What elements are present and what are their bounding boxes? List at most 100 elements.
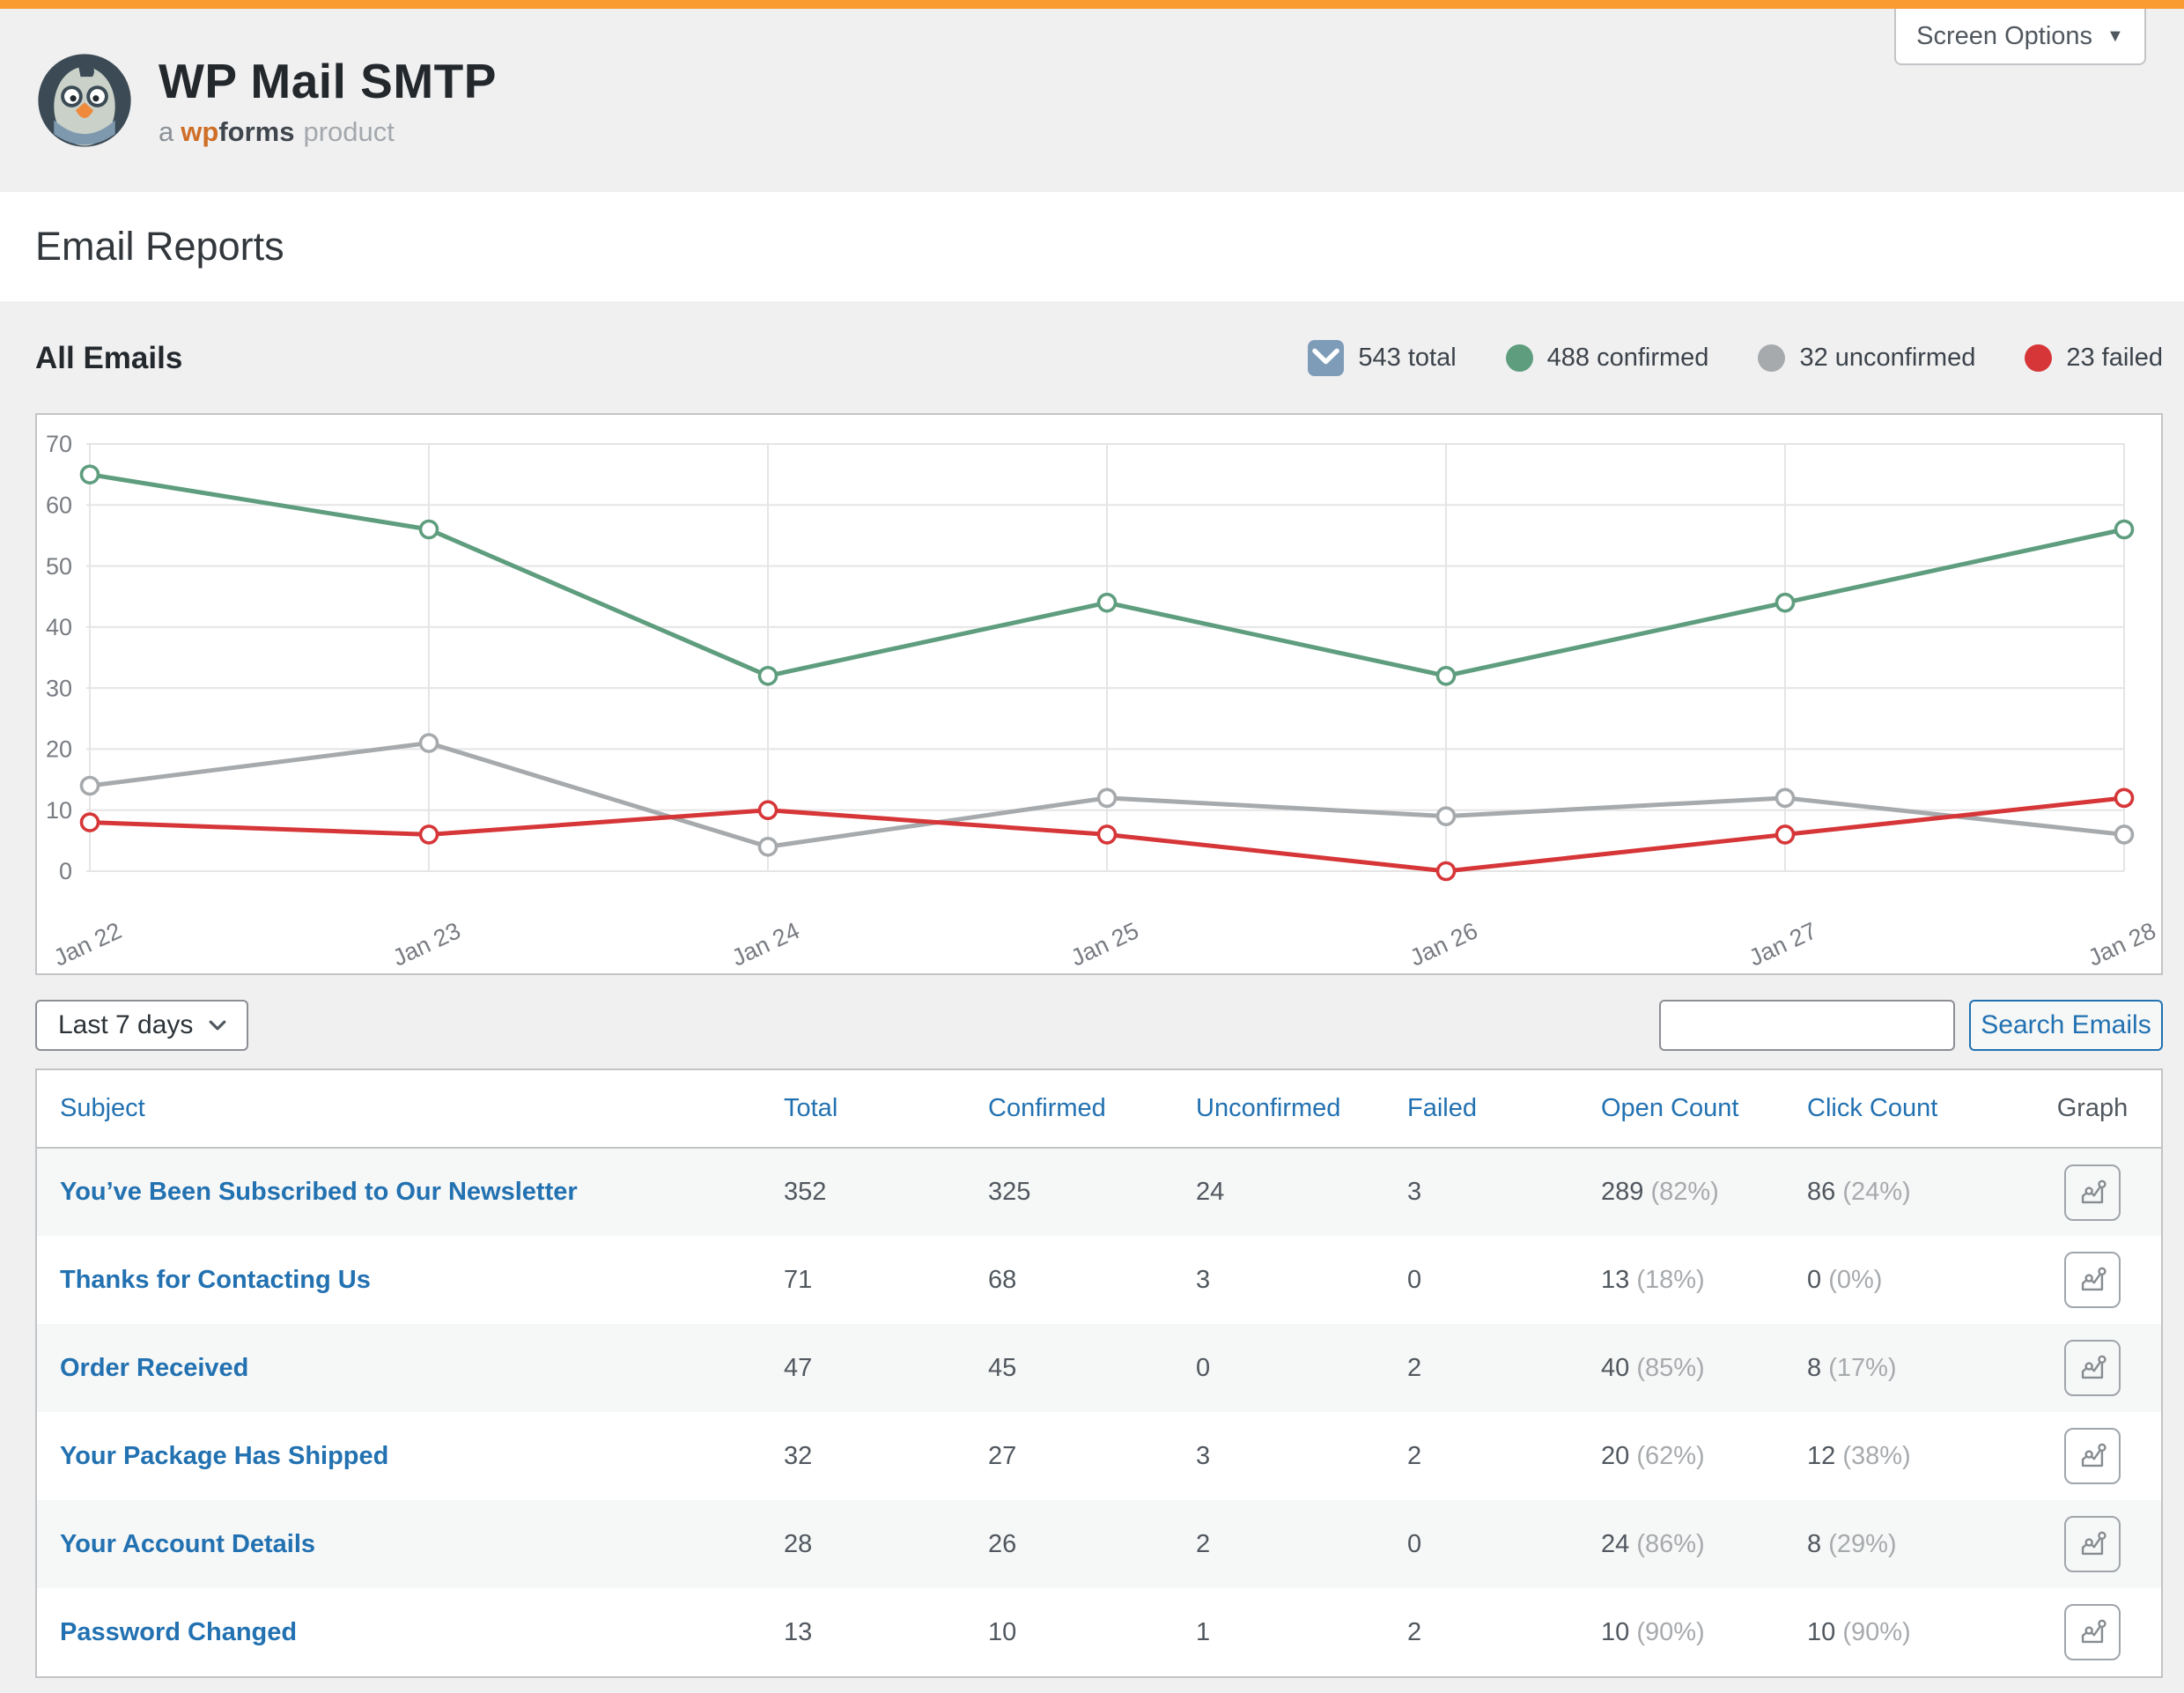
chart-marker-confirmed[interactable]: [1438, 668, 1455, 684]
chart-marker-unconfirmed[interactable]: [2116, 826, 2133, 843]
cell-click-count: 10 (90%): [1789, 1588, 2024, 1676]
row-graph-button[interactable]: [2064, 1164, 2121, 1221]
cell-subject: Password Changed: [37, 1588, 766, 1676]
chart-marker-confirmed[interactable]: [1777, 595, 1794, 611]
chart-marker-unconfirmed[interactable]: [1777, 789, 1794, 806]
chart-marker-failed[interactable]: [2116, 789, 2133, 806]
click-percentage: (0%): [1828, 1266, 1882, 1294]
cell-failed: 2: [1390, 1324, 1583, 1412]
row-graph-button[interactable]: [2064, 1252, 2121, 1308]
email-reports-table-card: Subject Total Confirmed Unconfirmed Fail…: [35, 1068, 2163, 1678]
chart-marker-unconfirmed[interactable]: [421, 735, 438, 751]
column-header-total[interactable]: Total: [766, 1070, 970, 1148]
cell-failed: 0: [1390, 1500, 1583, 1588]
cell-click-count: 8 (17%): [1789, 1324, 2024, 1412]
chart-marker-confirmed[interactable]: [1099, 595, 1116, 611]
chart-marker-confirmed[interactable]: [2116, 521, 2133, 538]
chart-marker-failed[interactable]: [82, 814, 99, 831]
column-header-failed[interactable]: Failed: [1390, 1070, 1583, 1148]
chart-marker-failed[interactable]: [1777, 826, 1794, 843]
x-axis-label: Jan 25: [1066, 917, 1142, 971]
email-subject-link[interactable]: Your Package Has Shipped: [60, 1442, 388, 1470]
cell-unconfirmed: 0: [1178, 1324, 1390, 1412]
plugin-header: WP Mail SMTP awpformsproduct: [0, 9, 2184, 192]
email-subject-link[interactable]: Your Account Details: [60, 1530, 315, 1558]
email-subject-link[interactable]: Order Received: [60, 1354, 248, 1382]
column-header-open-count[interactable]: Open Count: [1583, 1070, 1789, 1148]
chart-marker-unconfirmed[interactable]: [1099, 789, 1116, 806]
column-header-unconfirmed[interactable]: Unconfirmed: [1178, 1070, 1390, 1148]
emails-line-chart: 010203040506070Jan 22Jan 23Jan 24Jan 25J…: [37, 415, 2161, 973]
chart-marker-unconfirmed[interactable]: [1438, 808, 1455, 824]
mini-graph-icon: [2077, 1616, 2108, 1648]
table-header-row: Subject Total Confirmed Unconfirmed Fail…: [37, 1070, 2161, 1148]
cell-total: 71: [766, 1236, 970, 1324]
svg-text:10: 10: [46, 797, 72, 824]
chart-marker-failed[interactable]: [760, 802, 777, 818]
row-graph-button[interactable]: [2064, 1604, 2121, 1660]
cell-confirmed: 26: [970, 1500, 1178, 1588]
main-content: All Emails 543 total488 confirmed32 unco…: [0, 340, 2184, 1678]
chart-marker-confirmed[interactable]: [421, 521, 438, 538]
page-title-band: Email Reports: [0, 192, 2184, 301]
column-header-subject[interactable]: Subject: [37, 1070, 766, 1148]
table-controls: Last 7 days Search Emails: [35, 1000, 2163, 1051]
cell-click-count: 86 (24%): [1789, 1148, 2024, 1236]
legend-item-unconfirmed: 32 unconfirmed: [1758, 344, 1975, 373]
emails-chart-card: 010203040506070Jan 22Jan 23Jan 24Jan 25J…: [35, 413, 2163, 975]
email-subject-link[interactable]: Password Changed: [60, 1618, 297, 1646]
column-header-click-count[interactable]: Click Count: [1789, 1070, 2024, 1148]
chart-marker-unconfirmed[interactable]: [760, 839, 777, 855]
unconfirmed-dot-icon: [1758, 344, 1785, 372]
chart-marker-unconfirmed[interactable]: [82, 778, 99, 795]
chart-marker-confirmed[interactable]: [760, 668, 777, 684]
email-subject-link[interactable]: Thanks for Contacting Us: [60, 1266, 371, 1294]
table-row: Password Changed13101210 (90%)10 (90%): [37, 1588, 2161, 1676]
open-percentage: (82%): [1650, 1178, 1718, 1206]
x-axis-label: Jan 27: [1745, 917, 1820, 971]
cell-subject: Thanks for Contacting Us: [37, 1236, 766, 1324]
section-head: All Emails 543 total488 confirmed32 unco…: [35, 340, 2163, 376]
legend-item-failed: 23 failed: [2025, 344, 2163, 373]
cell-graph: [2024, 1412, 2161, 1500]
legend-item-total: 543 total: [1308, 340, 1456, 376]
cell-open-count: 20 (62%): [1583, 1412, 1789, 1500]
screen-options-button[interactable]: Screen Options ▼: [1894, 9, 2146, 65]
open-percentage: (85%): [1636, 1354, 1704, 1382]
mini-graph-icon: [2077, 1440, 2108, 1472]
x-axis-label: Jan 28: [2084, 917, 2159, 971]
chart-marker-failed[interactable]: [421, 826, 438, 843]
date-range-select[interactable]: Last 7 days: [35, 1000, 248, 1051]
cell-graph: [2024, 1148, 2161, 1236]
cell-graph: [2024, 1500, 2161, 1588]
cell-graph: [2024, 1236, 2161, 1324]
x-axis-label: Jan 26: [1406, 917, 1481, 971]
click-percentage: (24%): [1842, 1178, 1910, 1206]
column-header-graph: Graph: [2024, 1070, 2161, 1148]
byline-brand-forms: forms: [218, 116, 294, 147]
search-emails-button[interactable]: Search Emails: [1969, 1000, 2163, 1051]
table-row: You’ve Been Subscribed to Our Newsletter…: [37, 1148, 2161, 1236]
click-percentage: (90%): [1842, 1618, 1910, 1646]
byline: awpformsproduct: [159, 116, 497, 148]
email-subject-link[interactable]: You’ve Been Subscribed to Our Newsletter: [60, 1178, 578, 1206]
chart-marker-failed[interactable]: [1438, 863, 1455, 880]
row-graph-button[interactable]: [2064, 1428, 2121, 1484]
byline-brand-wp: wp: [181, 116, 218, 147]
cell-subject: You’ve Been Subscribed to Our Newsletter: [37, 1148, 766, 1236]
column-header-confirmed[interactable]: Confirmed: [970, 1070, 1178, 1148]
chart-marker-failed[interactable]: [1099, 826, 1116, 843]
chart-marker-confirmed[interactable]: [82, 466, 99, 483]
search-input[interactable]: [1659, 1000, 1955, 1051]
row-graph-button[interactable]: [2064, 1340, 2121, 1396]
row-graph-button[interactable]: [2064, 1516, 2121, 1572]
dropdown-arrow-icon: ▼: [2107, 26, 2124, 47]
section-title: All Emails: [35, 341, 182, 376]
cell-unconfirmed: 3: [1178, 1236, 1390, 1324]
table-row: Thanks for Contacting Us71683013 (18%)0 …: [37, 1236, 2161, 1324]
cell-unconfirmed: 2: [1178, 1500, 1390, 1588]
byline-suffix: product: [303, 116, 394, 147]
cell-confirmed: 45: [970, 1324, 1178, 1412]
cell-confirmed: 27: [970, 1412, 1178, 1500]
click-percentage: (17%): [1828, 1354, 1896, 1382]
